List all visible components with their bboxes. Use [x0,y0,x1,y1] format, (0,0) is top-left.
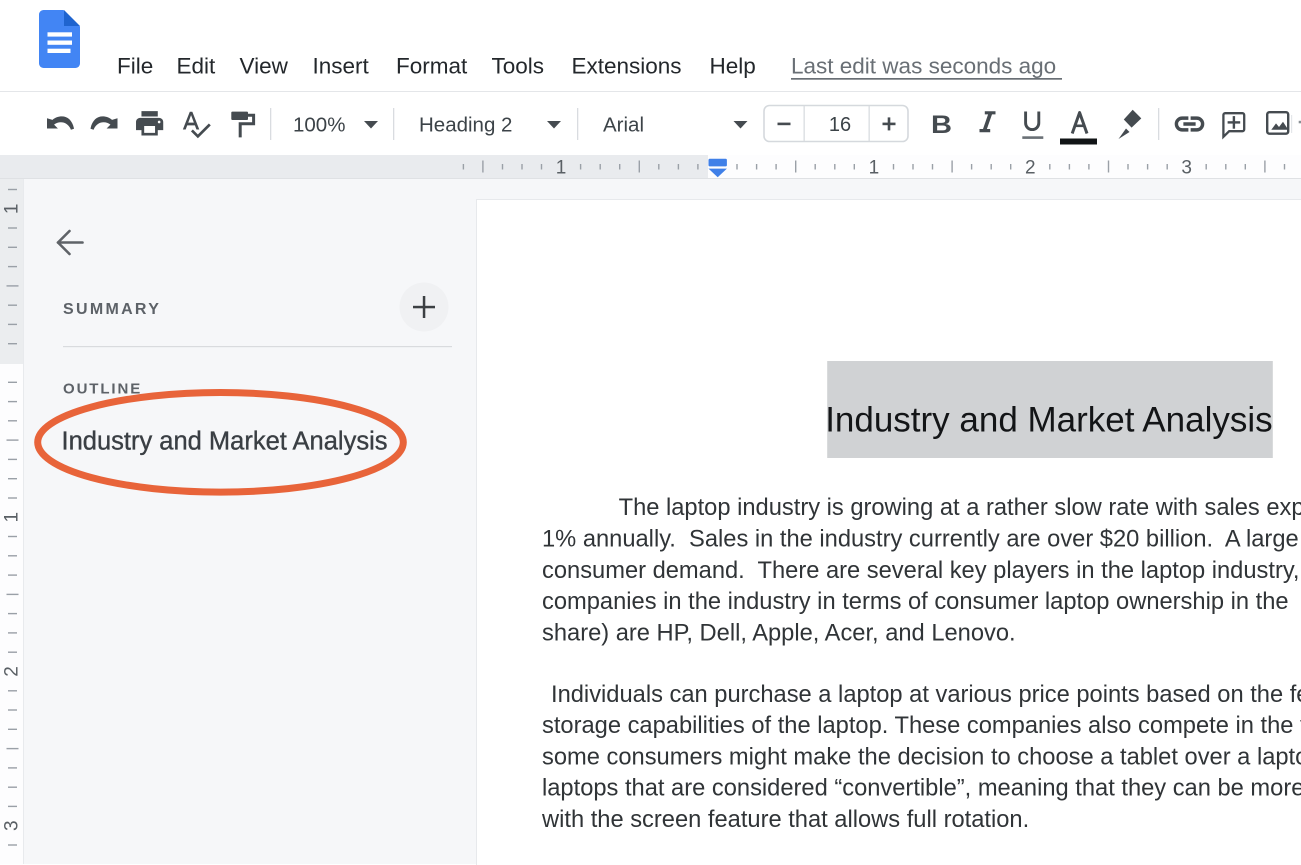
svg-text:File: File [117,54,153,79]
svg-text:Industry and Market Analysis: Industry and Market Analysis [825,400,1272,439]
svg-text:1: 1 [869,158,880,179]
svg-text:storage capabilities of the la: storage capabilities of the laptop. Thes… [542,713,1301,739]
svg-text:Format: Format [396,54,468,79]
svg-text:some consumers might make the: some consumers might make the decision t… [542,744,1301,770]
svg-text:Individuals can purchase a lap: Individuals can purchase a laptop at var… [551,682,1301,708]
svg-text:companies in the industry in t: companies in the industry in terms of co… [542,589,1289,615]
svg-text:laptops that are considered “c: laptops that are considered “convertible… [542,776,1301,802]
svg-text:100%: 100% [293,114,345,137]
svg-text:Insert: Insert [313,54,370,79]
svg-text:3: 3 [1181,158,1192,179]
svg-text:1: 1 [2,512,23,523]
svg-text:View: View [240,54,289,79]
svg-text:The laptop industry is growing: The laptop industry is growing at a rath… [619,495,1301,521]
svg-text:Edit: Edit [177,54,217,79]
svg-text:1: 1 [2,204,23,215]
svg-text:with the screen feature that a: with the screen feature that allows full… [541,807,1029,833]
svg-text:3: 3 [2,820,23,831]
svg-text:SUMMARY: SUMMARY [63,301,161,318]
svg-text:Last edit was seconds ago: Last edit was seconds ago [791,54,1056,79]
svg-text:1% annually. Sales in the ind: 1% annually. Sales in the industry curre… [542,526,1299,552]
svg-text:2: 2 [2,666,23,677]
svg-text:Help: Help [710,54,756,79]
svg-text:share) are HP, Dell, Apple, Ac: share) are HP, Dell, Apple, Acer, and Le… [542,621,1016,647]
svg-text:2: 2 [1025,158,1036,179]
svg-text:Arial: Arial [603,114,644,137]
svg-text:16: 16 [829,114,851,136]
svg-text:Heading 2: Heading 2 [419,114,512,137]
svg-text:1: 1 [556,158,567,179]
svg-text:OUTLINE: OUTLINE [63,380,142,397]
svg-text:consumer demand. There are se: consumer demand. There are several key p… [542,558,1300,584]
svg-text:Tools: Tools [492,54,545,79]
svg-text:Extensions: Extensions [572,54,682,79]
svg-text:B: B [931,111,952,139]
svg-text:Industry and Market Analysis: Industry and Market Analysis [62,428,388,456]
